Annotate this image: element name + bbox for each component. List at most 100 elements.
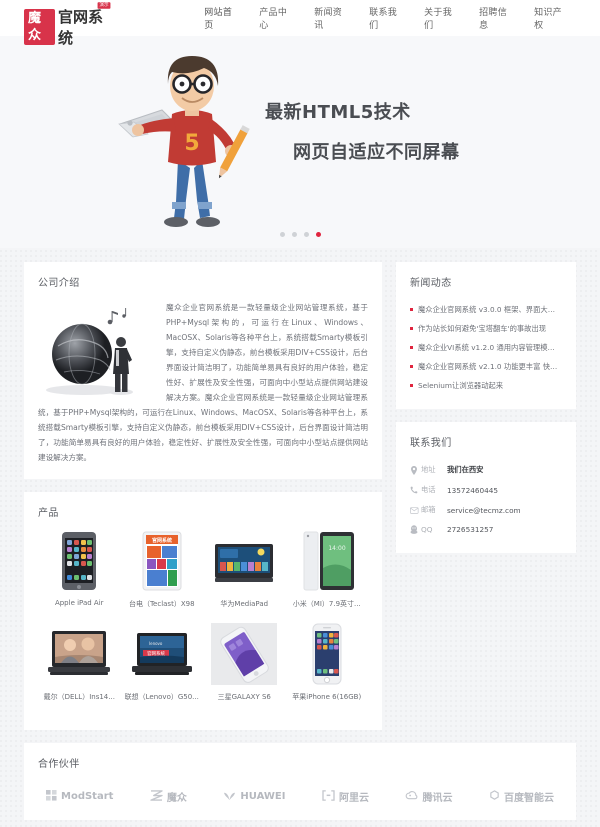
partner-label: HUAWEI	[240, 791, 286, 802]
contact-title: 联系我们	[410, 438, 452, 449]
partners-row: ModStart 魔众 HUAWEI 阿里云 腾讯云 百度智能云	[38, 781, 562, 804]
partner-label: 阿里云	[338, 793, 369, 804]
partner-label: 百度智能云	[503, 793, 554, 804]
mozhong-z-icon	[150, 789, 163, 804]
product-item[interactable]: 14:00 小米（MI）7.9英寸...	[286, 530, 369, 609]
envelope-icon	[410, 506, 421, 514]
baidu-cloud-icon	[489, 789, 500, 804]
iphone6-thumb	[294, 623, 360, 685]
huawei-mediapad-thumb	[211, 530, 277, 592]
company-intro-card: 公司介绍 魔众企业官网系统是一款轻量级企业网站管理系统，基于PHP+Mysql架…	[24, 262, 382, 479]
phone-icon	[410, 486, 421, 494]
dell-laptop-thumb	[46, 623, 112, 685]
galaxy-s6-thumb	[211, 623, 278, 685]
carousel-dot-1[interactable]	[279, 232, 285, 237]
product-item[interactable]: Apple iPad Air	[38, 530, 121, 609]
partner-label: 魔众	[166, 793, 187, 804]
product-name: 小米（MI）7.9英寸...	[292, 600, 361, 608]
hero-carousel[interactable]: 5 最新HTML5技术 网页自适应不同屏幕	[0, 36, 600, 248]
product-name: 苹果iPhone 6(16GB)	[292, 693, 362, 701]
contact-label: 电话	[421, 485, 436, 494]
partner-tencent-cloud[interactable]: 腾讯云	[405, 789, 452, 804]
hero-headline-2: 网页自适应不同屏幕	[293, 142, 460, 163]
news-list: 魔众企业官网系统 v3.0.0 框架、界面大升级、... 作为站长如何避免'宝塔…	[410, 300, 562, 395]
product-item[interactable]: 苹果iPhone 6(16GB)	[286, 623, 369, 702]
partners-card: 合作伙伴 ModStart 魔众 HUAWEI 阿里云 腾讯云 百度智能云	[24, 743, 576, 820]
nav-item-products[interactable]: 产品中心	[246, 5, 301, 31]
carousel-dots	[0, 232, 600, 237]
contact-value: service@tecmz.com	[447, 505, 521, 515]
product-name: Apple iPad Air	[54, 599, 104, 607]
aliyun-bracket-icon	[322, 789, 335, 804]
teclast-x98-thumb: 官网系统	[129, 530, 195, 592]
partner-label: 腾讯云	[422, 793, 453, 804]
product-name: 联想（Lenovo）G50...	[124, 693, 199, 701]
product-item[interactable]: 官网系统 lenovo 联想（Lenovo）G50...	[121, 623, 204, 702]
site-logo[interactable]: 魔众 官网系统 演示	[24, 2, 111, 47]
hero-headline-1: 最新HTML5技术	[265, 102, 411, 123]
product-name: 戴尔（DELL）Ins14...	[43, 693, 115, 701]
main-nav: 网站首页 产品中心 新闻资讯 联系我们 关于我们 招聘信息 知识产权	[191, 5, 576, 31]
nav-item-jobs[interactable]: 招聘信息	[466, 5, 521, 31]
nav-item-ip[interactable]: 知识产权	[521, 5, 576, 31]
site-footer: 关于我们 联系我们 陕ICP备20060530号 ©corp.demo.tecm…	[0, 820, 600, 827]
product-item[interactable]: 戴尔（DELL）Ins14...	[38, 623, 121, 702]
news-item[interactable]: Selenium让浏览器动起来	[410, 376, 562, 395]
news-item[interactable]: 魔众企业VI系统 v1.2.0 通用内容管理模块 系统...	[410, 338, 562, 357]
contact-row-phone: 电话 13572460445	[410, 480, 562, 500]
partner-modstart[interactable]: ModStart	[46, 789, 113, 804]
products-card: 产品 Apple iPad Air 官网系统 台电（Teclast）X98 华为…	[24, 492, 382, 730]
contact-row-qq: QQ 2726531257	[410, 520, 562, 539]
svg-text:官网系统: 官网系统	[152, 537, 172, 544]
nav-item-home[interactable]: 网站首页	[191, 5, 246, 31]
news-item[interactable]: 魔众企业官网系统 v3.0.0 框架、界面大升级、...	[410, 300, 562, 319]
product-name: 三星GALAXY S6	[217, 693, 271, 701]
partner-baidu-cloud[interactable]: 百度智能云	[489, 789, 554, 804]
page-root: 魔众 官网系统 演示 网站首页 产品中心 新闻资讯 联系我们 关于我们 招聘信息…	[0, 0, 600, 827]
news-item[interactable]: 作为站长如何避免'宝塔翻车'的事故出现	[410, 319, 562, 338]
logo-mark: 魔众	[24, 9, 56, 45]
product-item[interactable]: 三星GALAXY S6	[203, 623, 286, 702]
contact-label: 地址	[421, 465, 436, 474]
product-item[interactable]: 华为MediaPad	[203, 530, 286, 609]
carousel-dot-3[interactable]	[303, 232, 309, 237]
contact-card: 联系我们 地址 我们在西安 电话 13572460445 邮箱 service@…	[396, 422, 576, 553]
nav-item-about[interactable]: 关于我们	[411, 5, 466, 31]
product-name: 台电（Teclast）X98	[128, 600, 195, 608]
partners-title: 合作伙伴	[38, 759, 80, 770]
contact-label: 邮箱	[421, 505, 436, 514]
modstart-squares-icon	[46, 789, 57, 804]
svg-text:14:00: 14:00	[328, 545, 345, 552]
contact-label: QQ	[421, 525, 433, 534]
contact-value: 13572460445	[447, 485, 499, 495]
contact-value: 我们在西安	[447, 465, 484, 474]
logo-text: 官网系统 演示	[58, 2, 111, 49]
news-item[interactable]: 魔众企业官网系统 v2.1.0 功能更丰富 快速搭建...	[410, 357, 562, 376]
partner-huawei[interactable]: HUAWEI	[223, 790, 285, 804]
logo-name: 官网系统	[58, 8, 104, 47]
partner-mozhong[interactable]: 魔众	[150, 789, 187, 804]
tencent-cloud-icon	[405, 790, 418, 804]
hero-copy: 最新HTML5技术 网页自适应不同屏幕	[265, 98, 460, 164]
news-title: 新闻动态	[410, 278, 452, 289]
product-name: 华为MediaPad	[220, 600, 269, 608]
carousel-dot-4[interactable]	[315, 232, 321, 237]
left-column: 公司介绍 魔众企业官网系统是一款轻量级企业网站管理系统，基于PHP+Mysql架…	[24, 262, 382, 743]
location-pin-icon	[410, 465, 421, 475]
partner-aliyun[interactable]: 阿里云	[322, 789, 369, 804]
nav-item-contact[interactable]: 联系我们	[356, 5, 411, 31]
svg-text:5: 5	[184, 131, 199, 156]
nav-item-news[interactable]: 新闻资讯	[301, 5, 356, 31]
contact-value: 2726531257	[447, 525, 494, 534]
carousel-dot-2[interactable]	[291, 232, 297, 237]
huawei-flower-icon	[223, 790, 236, 804]
products-title: 产品	[38, 508, 59, 519]
lenovo-g50-thumb: 官网系统 lenovo	[129, 623, 195, 685]
hero-illustration: 5	[118, 50, 266, 232]
right-column: 新闻动态 魔众企业官网系统 v3.0.0 框架、界面大升级、... 作为站长如何…	[396, 262, 576, 743]
logo-badge: 演示	[97, 2, 111, 9]
product-item[interactable]: 官网系统 台电（Teclast）X98	[121, 530, 204, 609]
company-intro-title: 公司介绍	[38, 278, 80, 289]
qq-penguin-icon	[410, 525, 421, 534]
contact-row-email: 邮箱 service@tecmz.com	[410, 500, 562, 520]
